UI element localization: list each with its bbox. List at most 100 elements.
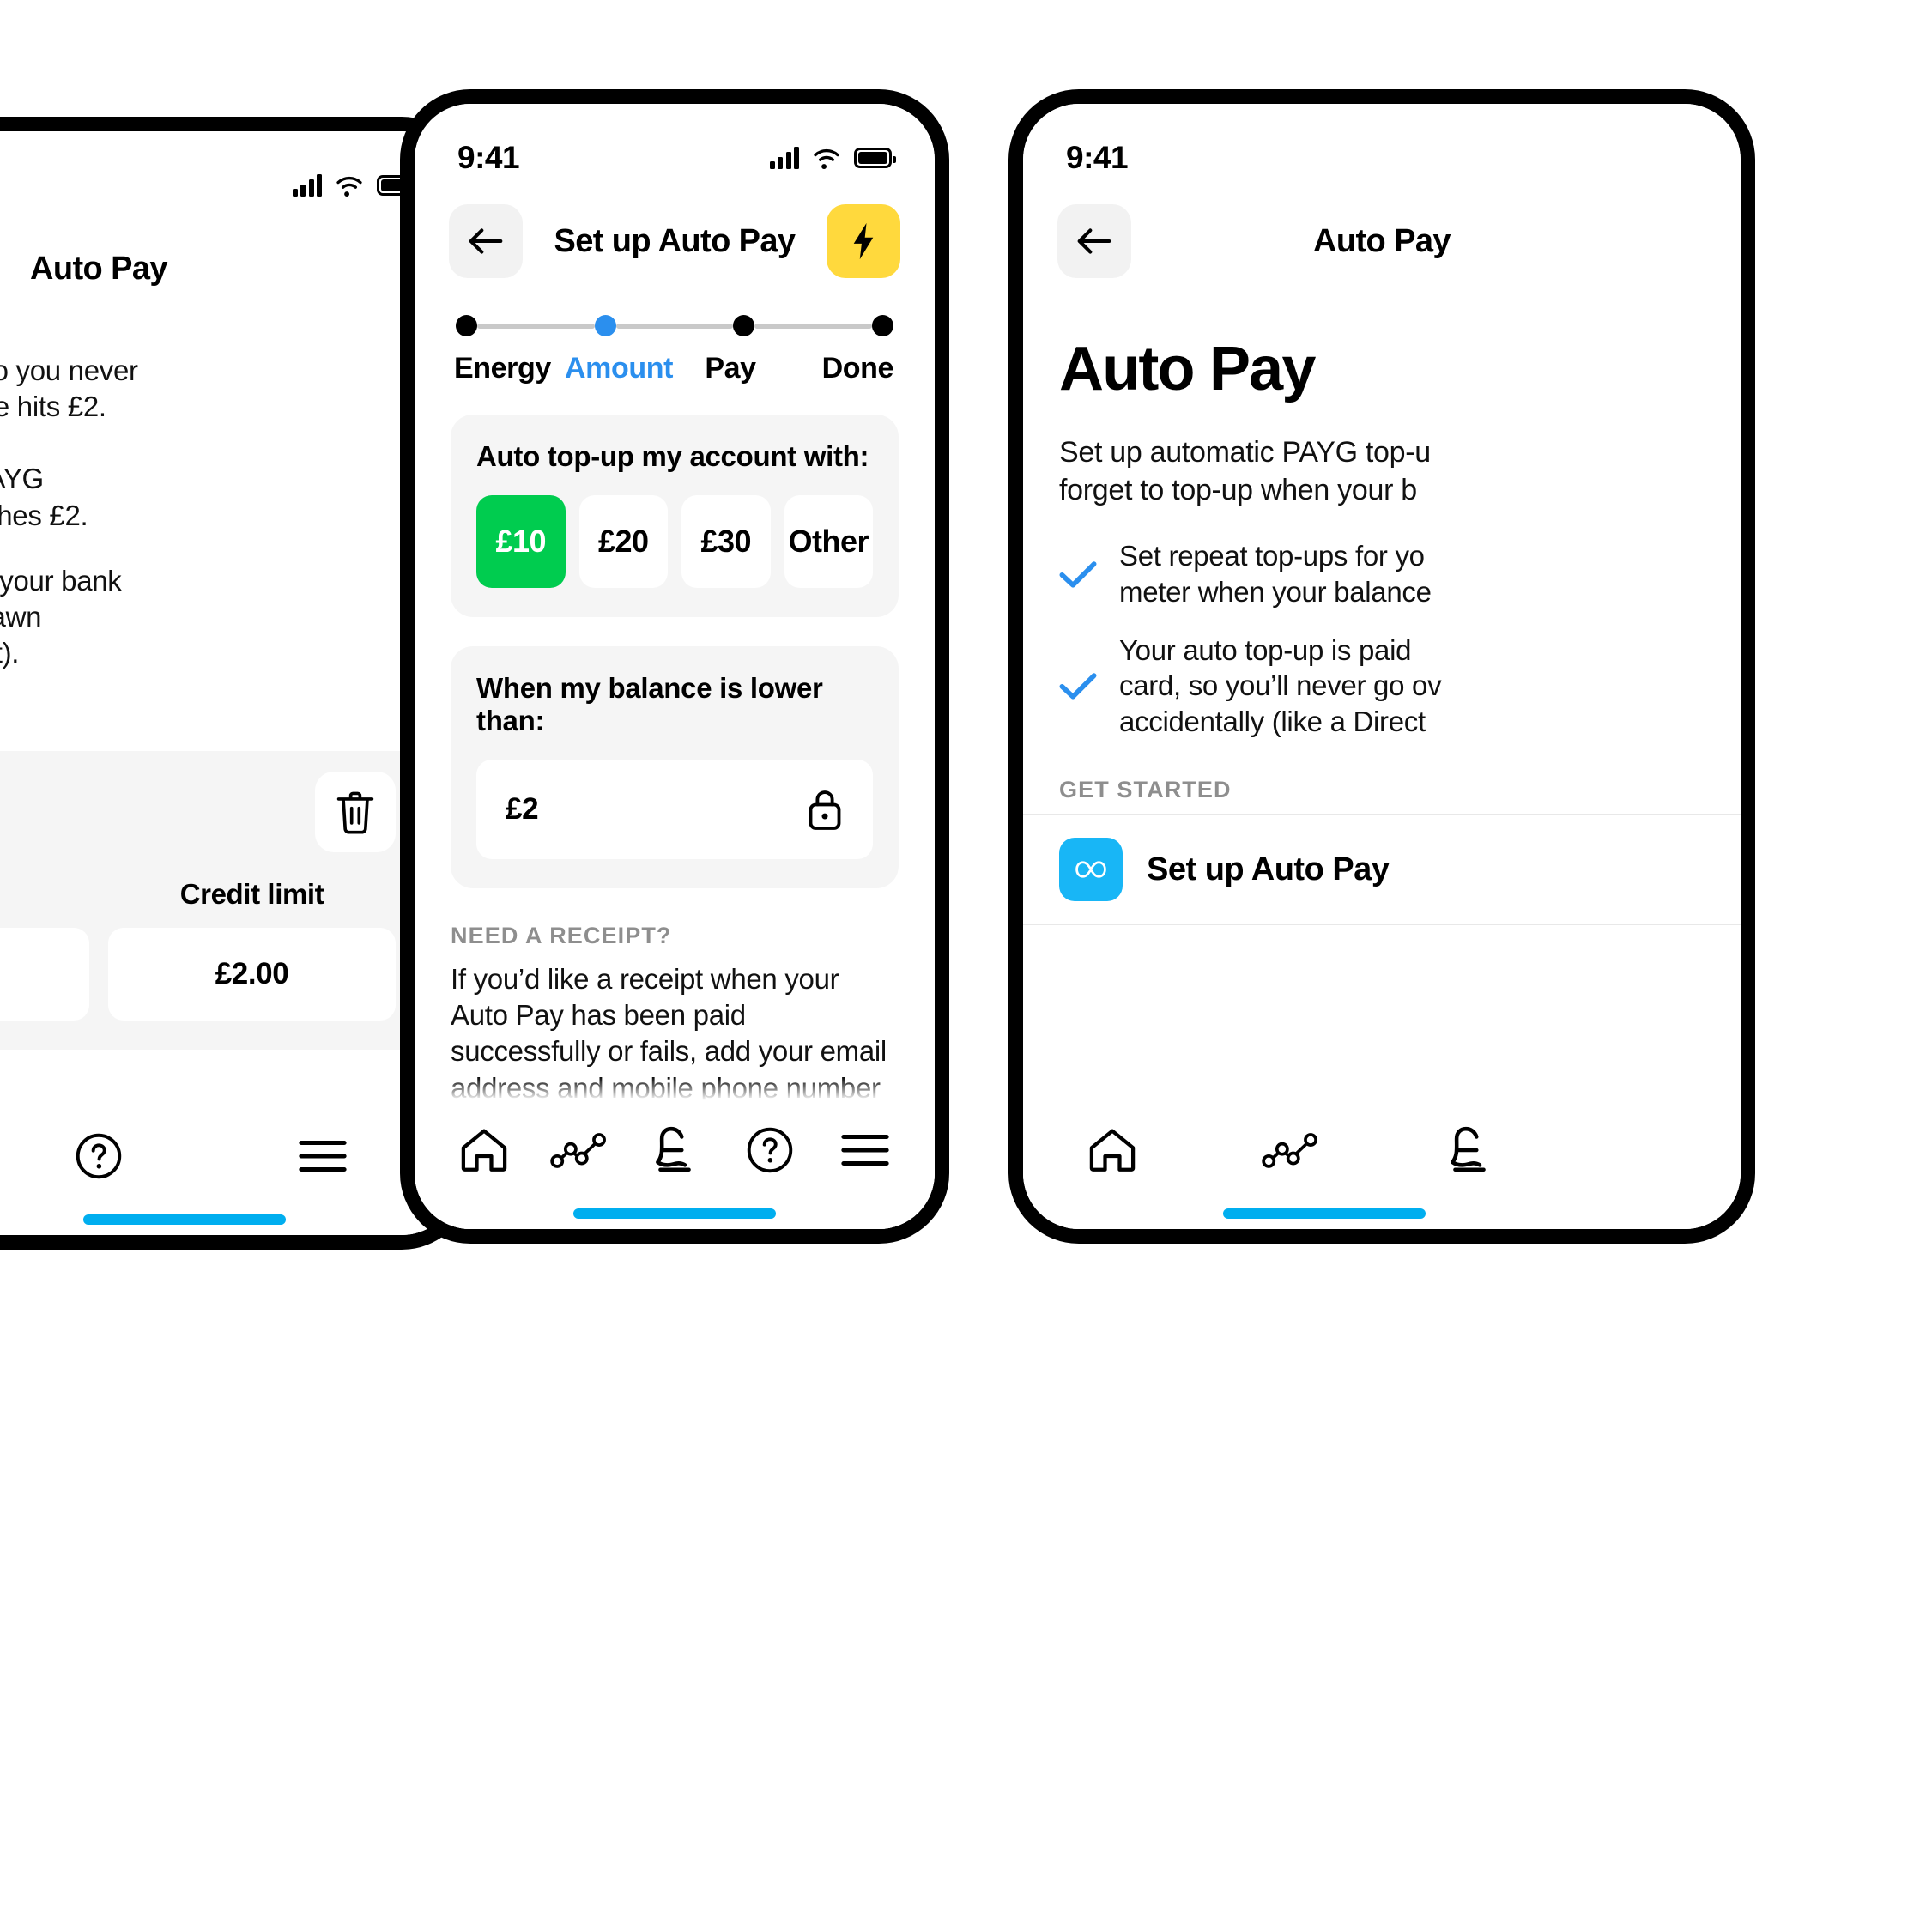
middle-page-title: Set up Auto Pay xyxy=(554,222,796,259)
lock-icon xyxy=(806,787,844,832)
battery-icon xyxy=(854,148,896,168)
pound-icon xyxy=(1451,1126,1486,1172)
tab-help[interactable] xyxy=(729,1116,811,1184)
step-dot-amount[interactable] xyxy=(594,315,616,336)
left-home-indicator xyxy=(83,1214,287,1225)
middle-scroll-fade xyxy=(415,1078,935,1100)
tab-usage[interactable] xyxy=(1250,1116,1332,1184)
setup-stepper: Energy Amount Pay Done xyxy=(415,279,935,385)
balance-threshold-card: When my balance is lower than: £2 xyxy=(451,646,899,888)
amount-option-10[interactable]: £10 xyxy=(476,495,566,588)
credit-limit-value[interactable]: £2.00 xyxy=(108,927,396,1021)
auto-pay-heading: Auto Pay xyxy=(1059,335,1316,403)
delete-button[interactable] xyxy=(315,771,396,852)
tab-pay[interactable] xyxy=(1428,1116,1511,1184)
step-label-pay: Pay xyxy=(705,352,756,385)
middle-status-icons xyxy=(769,147,896,170)
step-label-amount: Amount xyxy=(564,352,673,385)
trash-icon xyxy=(336,791,374,834)
middle-home-indicator xyxy=(573,1208,776,1219)
left-paragraph-1: c PAYG top-ups so you never when your ba… xyxy=(0,354,138,423)
middle-screen: 9:41 Set up Auto Pay Energy Amount Pay D… xyxy=(415,104,935,1229)
get-started-header: GET STARTED xyxy=(1059,777,1232,803)
usage-chart-icon xyxy=(1262,1133,1317,1168)
threshold-field[interactable]: £2 xyxy=(476,760,873,859)
limit-col-credit: Credit limit £2.00 xyxy=(108,878,396,1021)
topup-card-title: Auto top-up my account with: xyxy=(476,440,869,472)
check-icon xyxy=(1059,667,1097,705)
wifi-icon xyxy=(814,148,839,169)
arrow-left-icon xyxy=(469,228,503,254)
amount-option-30[interactable]: £30 xyxy=(681,495,771,588)
phone-right: 9:41 Auto Pay Auto Pay Set up automatic … xyxy=(1008,89,1755,1244)
set-up-auto-pay-label: Set up Auto Pay xyxy=(1147,851,1390,887)
signal-bars-icon xyxy=(769,147,799,169)
limit-hidden-label xyxy=(0,878,89,911)
benefit-text: Your auto top-up is paid card, so you’ll… xyxy=(1119,633,1442,737)
infinity-icon xyxy=(1059,838,1123,902)
left-screen: Auto Pay c PAYG top-ups so you never whe… xyxy=(0,131,457,1235)
help-icon xyxy=(747,1127,793,1173)
arrow-left-icon xyxy=(1077,228,1111,254)
auto-pay-benefits: Set repeat top-ups for yo meter when you… xyxy=(1023,509,1741,739)
step-line-1 xyxy=(477,323,595,329)
left-status-icons xyxy=(292,174,419,197)
middle-navbar: Set up Auto Pay xyxy=(415,183,935,279)
signal-bars-icon xyxy=(292,174,322,197)
tab-menu[interactable] xyxy=(824,1116,906,1184)
back-button[interactable] xyxy=(449,204,523,278)
credit-limit-grid: Credit limit £2.00 xyxy=(0,878,396,1021)
amount-option-20[interactable]: £20 xyxy=(578,495,668,588)
right-status-time: 9:41 xyxy=(1066,140,1129,175)
credit-limit-card: Credit limit £2.00 xyxy=(0,750,421,1050)
right-status-bar: 9:41 xyxy=(1023,104,1741,183)
menu-icon xyxy=(299,1141,347,1172)
left-paragraph-2: op-ups for your PAYG your balance reache… xyxy=(0,463,88,531)
middle-status-time: 9:41 xyxy=(457,140,520,175)
step-line-2 xyxy=(615,323,734,329)
help-icon xyxy=(76,1133,122,1179)
menu-icon xyxy=(840,1135,889,1166)
tab-pay[interactable] xyxy=(633,1116,716,1184)
threshold-card-title: When my balance is lower than: xyxy=(476,672,823,736)
wifi-icon xyxy=(336,176,362,197)
credit-limit-label: Credit limit xyxy=(179,877,324,910)
set-up-auto-pay-row[interactable]: Set up Auto Pay xyxy=(1023,814,1741,926)
topup-amount-options: £10 £20 £30 Other xyxy=(476,495,873,588)
threshold-value: £2 xyxy=(506,792,539,826)
benefit-text: Set repeat top-ups for yo meter when you… xyxy=(1119,540,1432,608)
list-item: Set repeat top-ups for yo meter when you… xyxy=(1059,538,1705,609)
lightning-bolt-icon xyxy=(853,222,874,260)
list-item: Your auto top-up is paid card, so you’ll… xyxy=(1059,633,1705,740)
amount-option-other[interactable]: Other xyxy=(784,495,873,588)
step-dot-energy[interactable] xyxy=(456,315,477,336)
step-dot-done[interactable] xyxy=(872,315,894,336)
tab-home[interactable] xyxy=(1071,1116,1154,1184)
tab-help[interactable] xyxy=(58,1122,140,1190)
stepper-dots xyxy=(456,315,894,336)
step-dot-pay[interactable] xyxy=(733,315,755,336)
middle-status-bar: 9:41 xyxy=(415,104,935,183)
lightning-action-button[interactable] xyxy=(827,204,900,278)
left-navbar: Auto Pay xyxy=(0,210,457,306)
left-status-bar xyxy=(0,131,457,210)
left-body: c PAYG top-ups so you never when your ba… xyxy=(0,306,457,672)
pound-icon xyxy=(656,1126,691,1172)
left-paragraph-3: op-up is paid with your bank ll never go… xyxy=(0,564,122,669)
home-icon xyxy=(462,1129,507,1172)
step-label-done: Done xyxy=(821,352,894,385)
right-home-indicator xyxy=(1223,1208,1426,1219)
limit-col-hidden xyxy=(0,878,89,1021)
tab-home[interactable] xyxy=(443,1116,525,1184)
limit-hidden-value[interactable] xyxy=(0,927,89,1021)
right-page-title: Auto Pay xyxy=(1313,222,1451,259)
tab-menu[interactable] xyxy=(282,1122,364,1190)
right-navbar: Auto Pay xyxy=(1023,183,1741,279)
topup-amount-card: Auto top-up my account with: £10 £20 £30… xyxy=(451,415,899,617)
right-screen: 9:41 Auto Pay Auto Pay Set up automatic … xyxy=(1023,104,1741,1229)
back-button[interactable] xyxy=(1057,204,1131,278)
home-icon xyxy=(1089,1129,1136,1172)
usage-chart-icon xyxy=(550,1133,607,1168)
screenshot-stage: Auto Pay c PAYG top-ups so you never whe… xyxy=(0,0,1932,1932)
tab-usage[interactable] xyxy=(538,1116,621,1184)
